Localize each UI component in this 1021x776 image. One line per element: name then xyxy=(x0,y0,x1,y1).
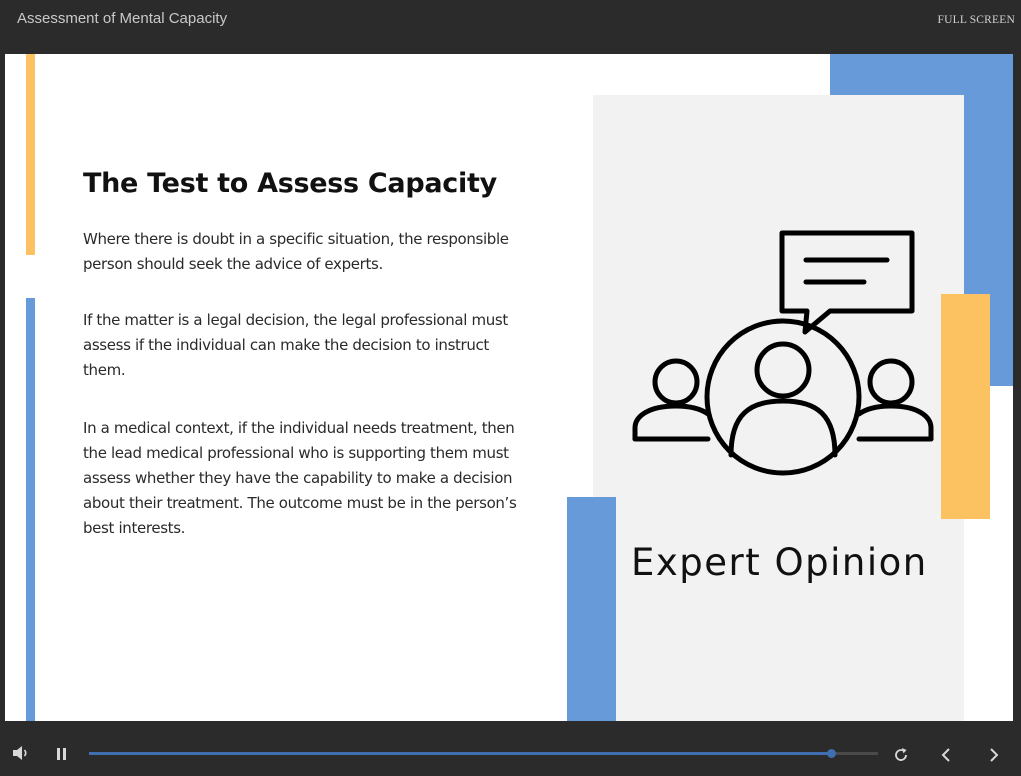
slide-heading: The Test to Assess Capacity xyxy=(83,168,497,199)
left-blue-accent-bar xyxy=(26,298,35,721)
volume-icon[interactable] xyxy=(12,745,30,761)
player-controls xyxy=(0,721,1021,776)
right-yellow-block xyxy=(941,294,990,519)
fullscreen-button[interactable]: FULL SCREEN xyxy=(938,14,1016,26)
progress-handle[interactable] xyxy=(826,749,836,758)
progress-bar[interactable] xyxy=(89,749,878,758)
image-caption: Expert Opinion xyxy=(631,541,928,584)
expert-group-speech-bubble-icon xyxy=(632,230,934,476)
left-yellow-accent-bar xyxy=(26,54,35,255)
slide-canvas: The Test to Assess Capacity Where there … xyxy=(5,54,1013,721)
paragraph-3: In a medical context, if the individual … xyxy=(83,419,517,537)
chevron-left-icon[interactable] xyxy=(940,747,952,763)
chevron-right-icon[interactable] xyxy=(988,747,1000,763)
bottom-blue-block xyxy=(567,497,616,721)
top-bar: Assessment of Mental Capacity FULL SCREE… xyxy=(0,0,1021,54)
paragraph-1: Where there is doubt in a specific situa… xyxy=(83,230,509,273)
progress-fill xyxy=(89,752,831,755)
paragraph-2: If the matter is a legal decision, the l… xyxy=(83,311,508,379)
pause-icon[interactable] xyxy=(56,747,68,761)
course-title: Assessment of Mental Capacity xyxy=(17,10,228,27)
replay-icon[interactable] xyxy=(893,747,909,763)
